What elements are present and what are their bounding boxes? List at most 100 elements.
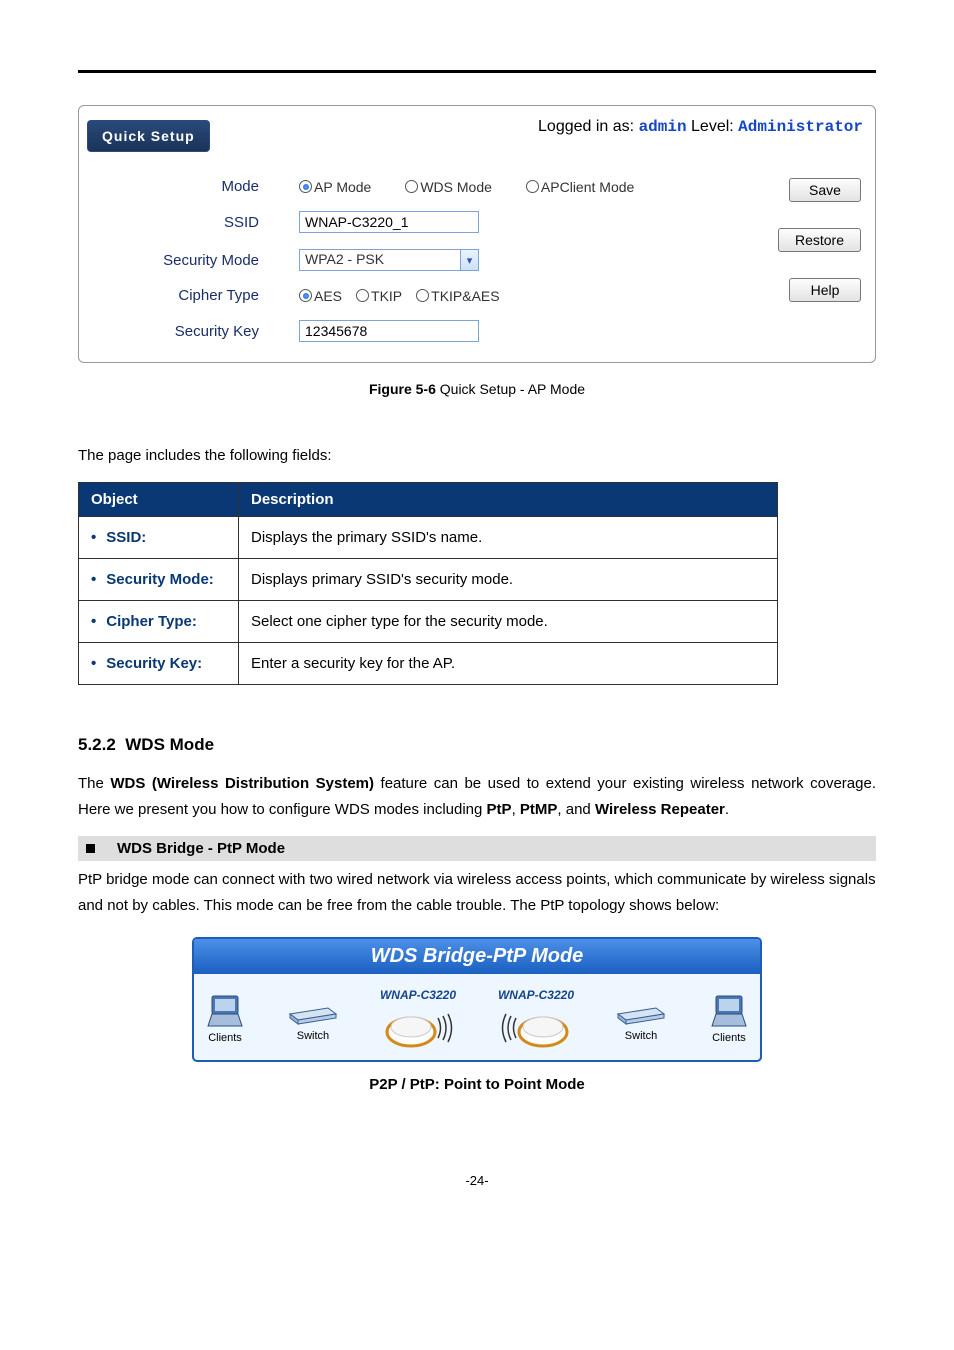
clients-left-label: Clients: [208, 1032, 242, 1044]
subheading-bar: WDS Bridge - PtP Mode: [78, 836, 876, 861]
cipher-aes-label: AES: [314, 288, 342, 304]
col-header-description: Description: [239, 483, 778, 517]
wds-b4: Wireless Repeater: [595, 801, 725, 818]
diagram-body: Clients Switch WNAP-C3220: [194, 974, 760, 1060]
ap-right: WNAP-C3220: [498, 988, 574, 1050]
switch-right-label: Switch: [625, 1030, 657, 1042]
object-cell: SSID:: [79, 517, 239, 559]
description-cell: Enter a security key for the AP.: [239, 643, 778, 685]
section-title: WDS Mode: [125, 735, 214, 754]
table-row: Cipher Type: Select one cipher type for …: [79, 601, 778, 643]
button-column: Save Restore Help: [765, 178, 865, 342]
diagram-caption: P2P / PtP: Point to Point Mode: [192, 1076, 762, 1093]
square-bullet-icon: [86, 844, 95, 853]
table-row: Security Key: Enter a security key for t…: [79, 643, 778, 685]
help-button[interactable]: Help: [789, 278, 861, 302]
switch-right: Switch: [616, 996, 666, 1042]
wds-pre: The: [78, 775, 110, 792]
radio-off-icon: [356, 289, 369, 302]
clients-right: Clients: [708, 994, 750, 1044]
security-key-input[interactable]: [299, 320, 479, 342]
col-header-object: Object: [79, 483, 239, 517]
cipher-row: Cipher Type AES TKIP TKIP&AES: [89, 287, 765, 304]
wds-b2: PtP: [487, 801, 512, 818]
mode-radio-ap[interactable]: AP Mode: [299, 179, 371, 195]
ap-right-label: WNAP-C3220: [498, 988, 574, 1002]
cipher-tkipaes-label: TKIP&AES: [431, 288, 499, 304]
cipher-radio-group: AES TKIP TKIP&AES: [299, 288, 765, 304]
laptop-icon: [204, 994, 246, 1028]
diagram-box: WDS Bridge-PtP Mode Clients: [192, 937, 762, 1062]
ssid-input[interactable]: [299, 211, 479, 233]
save-button[interactable]: Save: [789, 178, 861, 202]
cipher-radio-tkip[interactable]: TKIP: [356, 288, 402, 304]
object-cell: Security Mode:: [79, 559, 239, 601]
wds-b1: WDS (Wireless Distribution System): [110, 775, 374, 792]
mode-radio-wds[interactable]: WDS Mode: [405, 179, 492, 195]
security-mode-select[interactable]: WPA2 - PSK ▾: [299, 249, 479, 271]
security-mode-row: Security Mode WPA2 - PSK ▾: [89, 249, 765, 271]
section-number: 5.2.2: [78, 735, 116, 754]
switch-left-label: Switch: [297, 1030, 329, 1042]
object-cell: Security Key:: [79, 643, 239, 685]
login-level: Administrator: [738, 118, 863, 136]
ap-left-label: WNAP-C3220: [380, 988, 456, 1002]
radio-off-icon: [526, 180, 539, 193]
security-key-label: Security Key: [89, 323, 299, 340]
mode-radio-apclient[interactable]: APClient Mode: [526, 179, 634, 195]
radio-off-icon: [405, 180, 418, 193]
panel-body: Mode AP Mode WDS Mode APClient Mode SSID…: [79, 152, 875, 362]
mode-apclient-label: APClient Mode: [541, 179, 634, 195]
mode-wds-label: WDS Mode: [420, 179, 492, 195]
top-rule: [78, 70, 876, 73]
description-cell: Displays the primary SSID's name.: [239, 517, 778, 559]
quick-setup-tab[interactable]: Quick Setup: [87, 120, 210, 152]
clients-right-label: Clients: [712, 1032, 746, 1044]
wds-b3: PtMP: [520, 801, 558, 818]
figure-caption: Figure 5-6 Quick Setup - AP Mode: [78, 381, 876, 397]
laptop-icon: [708, 994, 750, 1028]
object-table: Object Description SSID: Displays the pr…: [78, 482, 778, 685]
mode-row: Mode AP Mode WDS Mode APClient Mode: [89, 178, 765, 195]
cipher-label: Cipher Type: [89, 287, 299, 304]
restore-button[interactable]: Restore: [778, 228, 861, 252]
cipher-radio-aes[interactable]: AES: [299, 288, 342, 304]
figure-text: Quick Setup - AP Mode: [440, 381, 585, 397]
ap-left: WNAP-C3220: [380, 988, 456, 1050]
level-prefix: Level:: [687, 118, 739, 135]
login-prefix: Logged in as:: [538, 118, 639, 135]
description-cell: Displays primary SSID's security mode.: [239, 559, 778, 601]
ap-icon: [501, 1004, 571, 1050]
ssid-row: SSID: [89, 211, 765, 233]
cipher-tkip-label: TKIP: [371, 288, 402, 304]
ap-icon: [383, 1004, 453, 1050]
switch-left: Switch: [288, 996, 338, 1042]
security-mode-label: Security Mode: [89, 252, 299, 269]
radio-on-icon: [299, 289, 312, 302]
figure-label: Figure 5-6: [369, 381, 440, 397]
mode-ap-label: AP Mode: [314, 179, 371, 195]
subheading-text: WDS Bridge - PtP Mode: [117, 840, 285, 857]
description-cell: Select one cipher type for the security …: [239, 601, 778, 643]
diagram-wrap: WDS Bridge-PtP Mode Clients: [192, 937, 762, 1093]
object-cell: Cipher Type:: [79, 601, 239, 643]
page-number: -24-: [78, 1173, 876, 1188]
wds-sep2: , and: [557, 801, 595, 818]
quick-setup-panel: Quick Setup Logged in as: admin Level: A…: [78, 105, 876, 363]
wds-paragraph: The WDS (Wireless Distribution System) f…: [78, 771, 876, 824]
wds-end: .: [725, 801, 729, 818]
form-column: Mode AP Mode WDS Mode APClient Mode SSID…: [89, 178, 765, 342]
table-row: SSID: Displays the primary SSID's name.: [79, 517, 778, 559]
login-user: admin: [639, 118, 687, 136]
switch-icon: [288, 996, 338, 1026]
security-mode-value: WPA2 - PSK: [300, 250, 460, 270]
radio-off-icon: [416, 289, 429, 302]
login-status: Logged in as: admin Level: Administrator: [538, 112, 863, 136]
security-key-row: Security Key: [89, 320, 765, 342]
ssid-label: SSID: [89, 214, 299, 231]
clients-left: Clients: [204, 994, 246, 1044]
cipher-radio-tkipaes[interactable]: TKIP&AES: [416, 288, 499, 304]
radio-on-icon: [299, 180, 312, 193]
ptp-paragraph: PtP bridge mode can connect with two wir…: [78, 867, 876, 920]
mode-radio-group: AP Mode WDS Mode APClient Mode: [299, 179, 765, 195]
